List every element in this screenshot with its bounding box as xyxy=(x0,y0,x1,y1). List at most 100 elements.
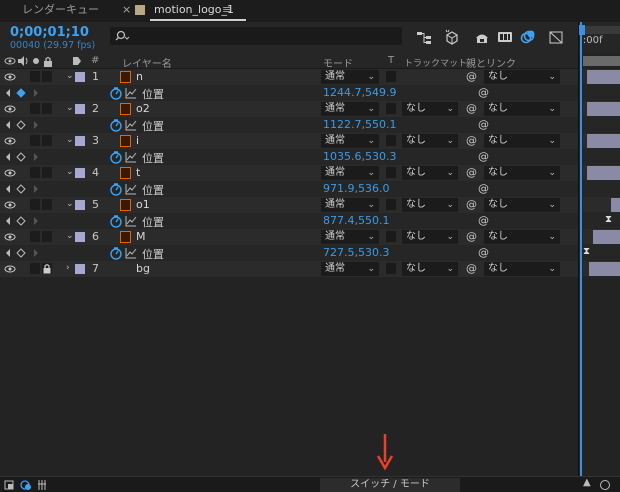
keyframe-navigator-icon[interactable] xyxy=(3,119,43,131)
layer-row[interactable]: ⌄ 4 t 通常 ⌄ なし ⌄ @ なし ⌄ xyxy=(0,165,578,181)
property-row[interactable]: 位置 1122.7,550.1 @ xyxy=(0,117,578,133)
layer-row[interactable]: ⌄ 5 o1 通常 ⌄ なし ⌄ @ なし ⌄ xyxy=(0,197,578,213)
layer-row[interactable]: ⌄ 2 o2 通常 ⌄ なし ⌄ @ なし ⌄ xyxy=(0,101,578,117)
keyframe-navigator-icon[interactable] xyxy=(3,183,43,195)
stopwatch-icon[interactable] xyxy=(109,150,123,164)
layer-row[interactable]: ⌄ 1 n 通常 ⌄ @ なし ⌄ xyxy=(0,69,578,85)
lock-switch[interactable] xyxy=(42,135,52,146)
label-color-swatch[interactable] xyxy=(75,104,85,114)
parent-dropdown[interactable]: なし ⌄ xyxy=(484,70,560,84)
collapse-chevron-icon[interactable]: ⌄ xyxy=(66,167,74,177)
video-visibility-icon[interactable] xyxy=(4,56,16,66)
label-color-swatch[interactable] xyxy=(75,72,85,82)
label-color-swatch[interactable] xyxy=(75,232,85,242)
stopwatch-icon[interactable] xyxy=(109,182,123,196)
motion-blur-icon[interactable] xyxy=(520,29,536,45)
label-tag-icon[interactable] xyxy=(72,56,82,66)
column-t[interactable]: T xyxy=(388,55,394,66)
timeline-layer-row[interactable] xyxy=(583,197,620,213)
parent-dropdown[interactable]: なし ⌄ xyxy=(484,102,560,116)
preserve-transparency-switch[interactable] xyxy=(386,71,396,82)
mode-dropdown[interactable]: 通常 ⌄ xyxy=(321,70,379,84)
property-value[interactable]: 1035.6,530.3 xyxy=(323,150,396,163)
pick-whip-icon[interactable]: @ xyxy=(466,70,477,83)
timeline-layer-row[interactable] xyxy=(583,261,620,277)
solo-icon[interactable] xyxy=(32,57,40,65)
parent-dropdown[interactable]: なし ⌄ xyxy=(484,230,560,244)
mode-dropdown[interactable]: 通常 ⌄ xyxy=(321,198,379,212)
expression-pick-whip-icon[interactable]: @ xyxy=(478,214,489,227)
label-color-swatch[interactable] xyxy=(75,168,85,178)
property-value[interactable]: 1122.7,550.1 xyxy=(323,118,396,131)
switches-modes-toggle[interactable]: スイッチ / モード xyxy=(320,478,460,492)
label-color-swatch[interactable] xyxy=(75,200,85,210)
timeline-layer-row[interactable] xyxy=(583,69,620,85)
keyframe-marker[interactable]: ⧗ xyxy=(583,246,590,257)
layer-duration-bar[interactable] xyxy=(587,166,620,180)
work-area-bar[interactable] xyxy=(583,56,620,66)
timeline-layer-row[interactable] xyxy=(583,229,620,245)
label-color-swatch[interactable] xyxy=(75,136,85,146)
current-timecode[interactable]: 0;00;01;10 xyxy=(10,25,89,40)
graph-toggle-icon[interactable] xyxy=(125,151,137,163)
keyframe-navigator-icon[interactable] xyxy=(3,215,43,227)
keyframe-navigator-icon[interactable] xyxy=(3,151,43,163)
layer-duration-bar[interactable] xyxy=(593,230,620,244)
layer-row[interactable]: ⌄ 6 M 通常 ⌄ なし ⌄ @ なし ⌄ xyxy=(0,229,578,245)
parent-dropdown[interactable]: なし ⌄ xyxy=(484,166,560,180)
stopwatch-icon[interactable] xyxy=(109,86,123,100)
pick-whip-icon[interactable]: @ xyxy=(466,262,477,275)
zoom-slider-handle[interactable] xyxy=(600,480,610,490)
lock-icon[interactable] xyxy=(43,56,53,67)
mode-dropdown[interactable]: 通常 ⌄ xyxy=(321,230,379,244)
timeline-panel[interactable]: ):00f ⧗ ⧗ xyxy=(578,22,620,476)
timeline-property-row[interactable] xyxy=(583,117,620,133)
lock-switch[interactable] xyxy=(42,167,52,178)
property-value[interactable]: 971.9,536.0 xyxy=(323,182,389,195)
property-row[interactable]: 位置 1244.7,549.9 @ xyxy=(0,85,578,101)
column-mode[interactable]: モード xyxy=(323,55,353,70)
layer-duration-bar[interactable] xyxy=(587,70,620,84)
current-time-indicator-head[interactable] xyxy=(579,25,585,35)
pick-whip-icon[interactable]: @ xyxy=(466,134,477,147)
audio-icon[interactable] xyxy=(17,56,29,66)
pick-whip-icon[interactable]: @ xyxy=(466,102,477,115)
layer-duration-bar[interactable] xyxy=(587,102,620,116)
column-parent-link[interactable]: 親とリンク xyxy=(466,55,516,70)
collapse-chevron-icon[interactable]: ⌄ xyxy=(66,199,74,209)
timeline-property-row[interactable]: ⧗ xyxy=(583,213,620,229)
empty-layer-area[interactable] xyxy=(0,285,578,476)
layer-name[interactable]: o2 xyxy=(136,102,150,115)
layer-name[interactable]: t xyxy=(136,166,140,179)
layer-name[interactable]: i xyxy=(136,134,139,147)
parent-dropdown[interactable]: なし ⌄ xyxy=(484,134,560,148)
preserve-transparency-switch[interactable] xyxy=(386,135,396,146)
lock-switch[interactable] xyxy=(42,263,52,274)
mode-dropdown[interactable]: 通常 ⌄ xyxy=(321,262,379,276)
stopwatch-icon[interactable] xyxy=(109,246,123,260)
property-value[interactable]: 1244.7,549.9 xyxy=(323,86,396,99)
track-matte-dropdown[interactable]: なし ⌄ xyxy=(402,166,458,180)
graph-toggle-icon[interactable] xyxy=(125,87,137,99)
pick-whip-icon[interactable]: @ xyxy=(466,230,477,243)
expand-chevron-icon[interactable]: › xyxy=(66,263,70,273)
tab-render-queue[interactable]: レンダーキュー xyxy=(22,0,99,22)
shy-layers-icon[interactable] xyxy=(474,29,490,45)
graph-editor-icon[interactable] xyxy=(548,29,564,45)
property-row[interactable]: 位置 877.4,550.1 @ xyxy=(0,213,578,229)
timeline-property-row[interactable] xyxy=(583,85,620,101)
current-time-indicator[interactable] xyxy=(580,22,582,476)
graph-toggle-icon[interactable] xyxy=(125,247,137,259)
draft-3d-icon[interactable] xyxy=(444,29,460,45)
mode-dropdown[interactable]: 通常 ⌄ xyxy=(321,102,379,116)
solo-switch[interactable] xyxy=(30,71,40,82)
label-color-swatch[interactable] xyxy=(75,264,85,274)
column-number[interactable]: # xyxy=(91,55,99,66)
lock-switch[interactable] xyxy=(42,103,52,114)
collapse-chevron-icon[interactable]: ⌄ xyxy=(66,231,74,241)
pick-whip-icon[interactable]: @ xyxy=(466,198,477,211)
collapse-chevron-icon[interactable]: ⌄ xyxy=(66,103,74,113)
preserve-transparency-switch[interactable] xyxy=(386,167,396,178)
column-layer-name[interactable]: レイヤー名 xyxy=(122,55,172,70)
layer-row[interactable]: ⌄ 3 i 通常 ⌄ なし ⌄ @ なし ⌄ xyxy=(0,133,578,149)
